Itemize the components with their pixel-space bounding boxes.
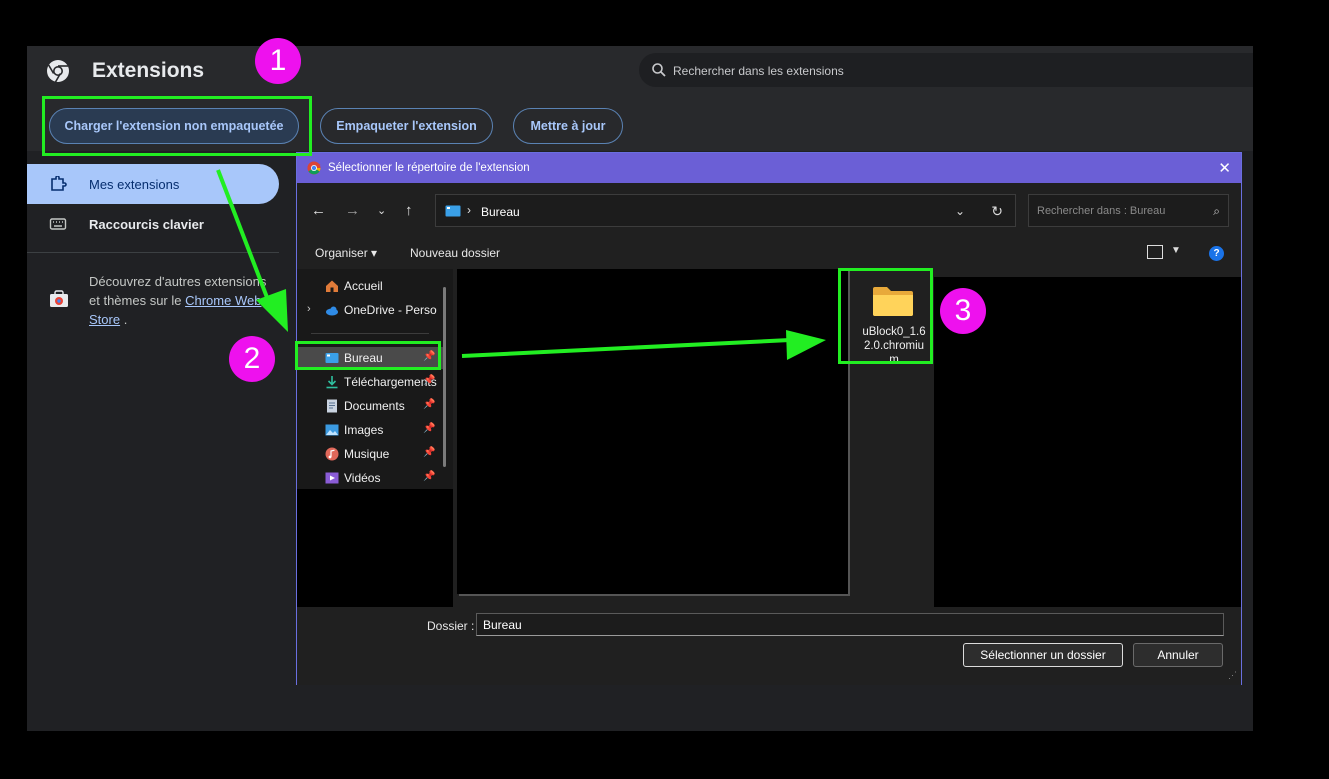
tree-item-music[interactable]: Musique 📌 [297,443,445,465]
pin-icon: 📌 [423,471,436,482]
tree-item-home[interactable]: Accueil [297,275,445,297]
cancel-button[interactable]: Annuler [1133,643,1223,667]
image-icon [325,424,339,436]
highlight-ublock-folder [838,268,933,364]
navigation-pane-scrollbar[interactable] [443,287,446,467]
search-icon [652,63,666,77]
search-icon: ⌕ [1213,204,1220,218]
chrome-web-store-blurb: Découvrez d'autres extensions et thèmes … [89,272,279,329]
sidebar-item-label: Raccourcis clavier [89,216,204,232]
dialog-search-input[interactable]: Rechercher dans : Bureau ⌕ [1028,194,1229,227]
chevron-down-icon[interactable]: ⌄ [955,204,965,218]
home-icon [326,280,338,292]
file-list-right-area [934,277,1241,607]
search-placeholder: Rechercher dans les extensions [673,64,844,78]
keyboard-icon [49,218,67,230]
pack-extension-button[interactable]: Empaqueter l'extension [320,108,493,144]
video-icon [325,472,339,484]
forward-arrow-icon[interactable]: → [345,202,360,219]
tree-item-onedrive[interactable]: OneDrive - Personnel [297,299,445,321]
folder-field[interactable]: Bureau [476,613,1224,636]
chrome-web-store-icon [50,290,68,307]
new-folder-button[interactable]: Nouveau dossier [410,246,500,260]
view-mode-icon[interactable] [1147,245,1163,259]
recent-chevron-down-icon[interactable]: ⌄ [377,204,386,217]
up-arrow-icon[interactable]: ↑ [405,202,413,219]
pin-icon: 📌 [423,375,436,386]
tree-item-label: Accueil [344,279,383,293]
step-badge-1: 1 [255,38,301,84]
highlight-load-unpacked [42,96,312,156]
tree-item-documents[interactable]: Documents 📌 [297,395,445,417]
close-icon[interactable]: ✕ [1218,159,1231,177]
organize-button[interactable]: Organiser ▾ [315,246,377,260]
dialog-titlebar: Sélectionner le répertoire de l'extensio… [297,153,1241,183]
back-arrow-icon[interactable]: ← [311,202,326,219]
page-title: Extensions [92,59,205,82]
sidebar-item-label: Mes extensions [89,176,180,192]
address-bar[interactable]: › Bureau ⌄ ↻ [435,194,1016,227]
select-folder-dialog: Sélectionner le répertoire de l'extensio… [296,152,1242,685]
address-path[interactable]: Bureau [481,205,520,219]
tree-item-images[interactable]: Images 📌 [297,419,445,441]
dialog-command-bar: Organiser ▾ Nouveau dossier ▼ ? [297,237,1241,269]
dialog-search-placeholder: Rechercher dans : Bureau [1037,205,1166,217]
tree-item-downloads[interactable]: Téléchargements 📌 [297,371,445,393]
dialog-footer: Dossier : Bureau Sélectionner un dossier… [297,607,1241,685]
music-icon [325,447,339,461]
tree-divider [311,333,429,334]
breadcrumb-separator: › [467,203,471,217]
update-button[interactable]: Mettre à jour [513,108,623,144]
select-folder-button[interactable]: Sélectionner un dossier [963,643,1123,667]
chevron-down-icon[interactable]: ▼ [1171,245,1181,256]
file-list-area [457,269,848,594]
download-icon [326,376,338,389]
pin-icon: 📌 [423,423,436,434]
nav-divider [27,252,279,253]
sidebar-item-keyboard-shortcuts[interactable]: Raccourcis clavier [27,204,279,244]
refresh-icon[interactable]: ↻ [991,203,1003,220]
tree-item-videos[interactable]: Vidéos 📌 [297,467,445,489]
store-blurb-suffix: . [123,312,128,327]
screenshot-root: Extensions Rechercher dans les extension… [0,0,1329,779]
organize-label: Organiser [315,246,368,260]
step-badge-3: 3 [940,288,986,334]
dialog-title: Sélectionner le répertoire de l'extensio… [328,162,530,174]
cloud-icon [326,306,338,316]
desktop-icon [445,205,461,217]
folder-field-label: Dossier : [427,619,475,633]
document-icon [327,399,337,413]
sidebar-item-my-extensions[interactable]: Mes extensions [27,164,279,204]
pin-icon: 📌 [423,447,436,458]
chrome-logo-icon [307,161,321,175]
navigation-pane: Accueil › OneDrive - Personnel Bureau 📌 … [297,269,453,607]
pin-icon: 📌 [423,399,436,410]
help-icon[interactable]: ? [1209,246,1224,261]
extensions-search-input[interactable]: Rechercher dans les extensions [639,53,1253,87]
tree-item-label: OneDrive - Personnel [344,303,437,317]
step-badge-2: 2 [229,336,275,382]
puzzle-icon [51,176,67,191]
resize-grip-icon[interactable]: ⋰ [1228,670,1237,681]
dialog-navigation-bar: ← → ⌄ ↑ › Bureau ⌄ ↻ Rechercher dans : B… [297,183,1241,237]
chrome-logo-icon [47,60,69,83]
highlight-desktop [295,341,441,370]
